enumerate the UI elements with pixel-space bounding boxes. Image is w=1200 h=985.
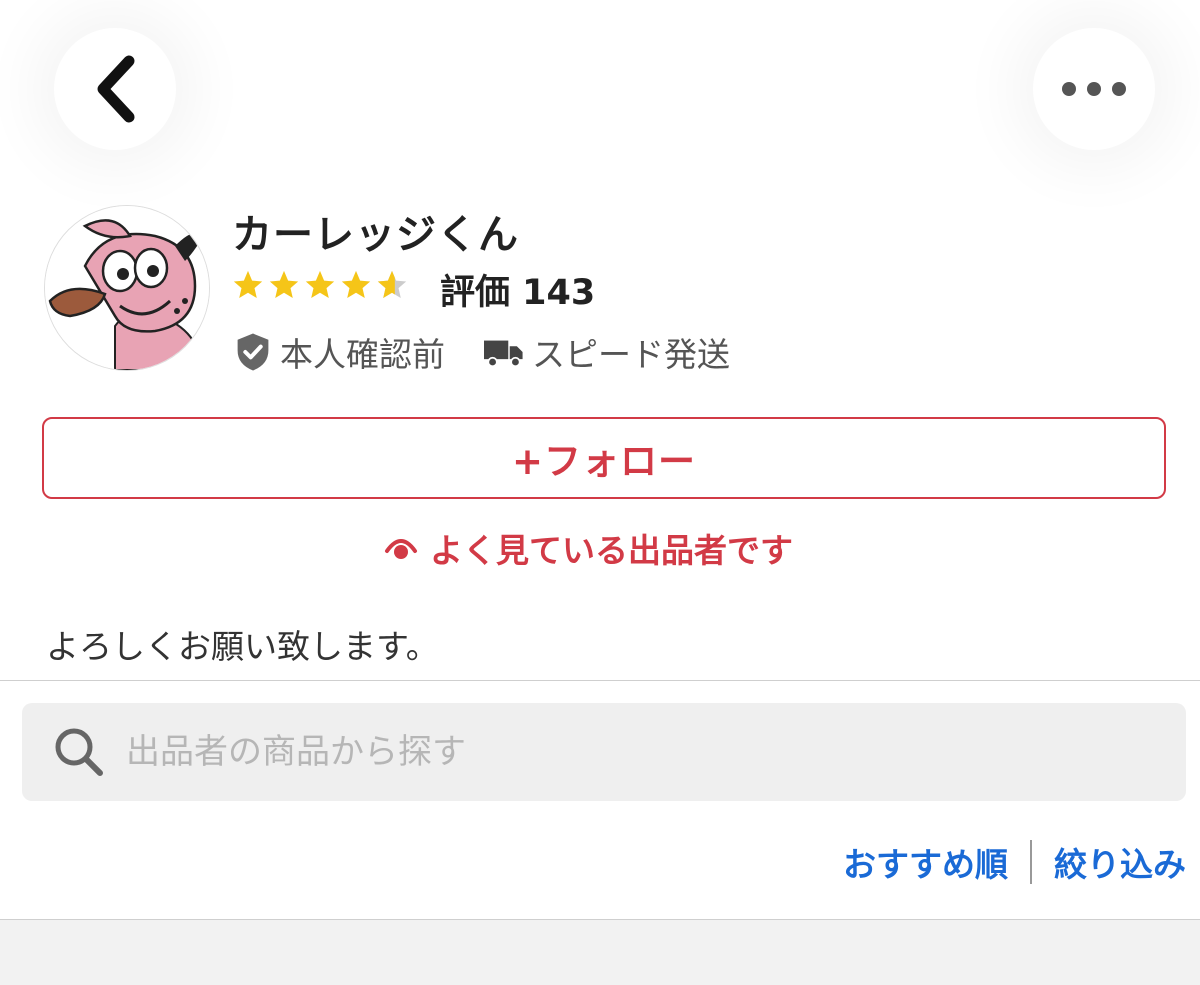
search-input[interactable]	[124, 731, 1028, 773]
sort-separator	[1030, 840, 1032, 884]
listing-area	[0, 920, 1200, 985]
speed-shipping-badge: スピード発送	[484, 328, 730, 376]
star-icon	[233, 270, 263, 299]
cartoon-dog-avatar	[45, 206, 209, 370]
verification-badge: 本人確認前	[234, 328, 445, 376]
rating-stars	[230, 268, 410, 302]
watch-notice: よく見ている出品者です	[384, 524, 793, 572]
seller-name: カーレッジくん	[232, 212, 519, 258]
sort-recommended-link[interactable]: おすすめ順	[843, 838, 1008, 886]
star-half-icon	[377, 270, 407, 299]
filter-link[interactable]: 絞り込み	[1054, 838, 1186, 886]
truck-icon	[484, 340, 523, 368]
star-icon	[269, 270, 299, 299]
shipping-label: スピード発送	[532, 335, 730, 374]
eye-icon	[385, 539, 417, 559]
rating-count[interactable]: 評価 143	[440, 264, 595, 315]
more-options-button[interactable]	[1033, 28, 1155, 150]
watch-notice-label: よく見ている出品者です	[430, 531, 793, 570]
star-icon	[305, 270, 335, 299]
divider	[0, 680, 1200, 681]
more-horizontal-icon	[1062, 82, 1126, 96]
sort-filter-bar: おすすめ順 絞り込み	[843, 838, 1186, 886]
verification-label: 本人確認前	[280, 335, 445, 374]
follow-button[interactable]: +フォロー	[42, 417, 1166, 499]
seller-bio: よろしくお願い致します。	[46, 627, 439, 666]
avatar[interactable]	[44, 205, 210, 371]
chevron-left-icon	[97, 55, 135, 123]
search-bar[interactable]	[22, 703, 1186, 801]
back-button[interactable]	[54, 28, 176, 150]
search-icon	[55, 728, 103, 776]
shield-check-icon	[237, 333, 269, 371]
follow-button-label: +フォロー	[511, 440, 696, 483]
star-icon	[341, 270, 371, 299]
